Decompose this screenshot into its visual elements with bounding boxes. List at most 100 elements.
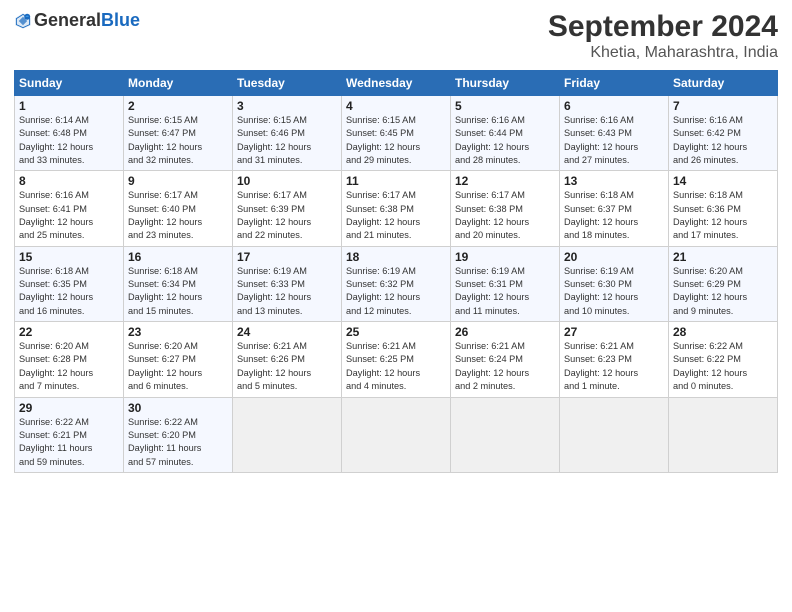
logo-area: General Blue	[14, 10, 140, 31]
calendar-row: 1 Sunrise: 6:14 AMSunset: 6:48 PMDaylight…	[15, 96, 778, 171]
day-detail: Sunrise: 6:20 AMSunset: 6:29 PMDaylight:…	[673, 266, 747, 316]
day-detail: Sunrise: 6:14 AMSunset: 6:48 PMDaylight:…	[19, 115, 93, 165]
location-subtitle: Khetia, Maharashtra, India	[548, 44, 778, 62]
day-detail: Sunrise: 6:16 AMSunset: 6:43 PMDaylight:…	[564, 115, 638, 165]
table-cell: 27Sunrise: 6:21 AMSunset: 6:23 PMDayligh…	[560, 322, 669, 397]
table-cell: 4 Sunrise: 6:15 AMSunset: 6:45 PMDaylight…	[342, 96, 451, 171]
table-cell: 7 Sunrise: 6:16 AMSunset: 6:42 PMDaylight…	[669, 96, 778, 171]
calendar-table: Sunday Monday Tuesday Wednesday Thursday…	[14, 70, 778, 473]
day-detail: Sunrise: 6:21 AMSunset: 6:26 PMDaylight:…	[237, 341, 311, 391]
day-detail: Sunrise: 6:22 AMSunset: 6:21 PMDaylight:…	[19, 417, 92, 467]
day-number: 12	[455, 174, 555, 188]
logo: General Blue	[14, 10, 140, 31]
day-detail: Sunrise: 6:16 AMSunset: 6:41 PMDaylight:…	[19, 190, 93, 240]
table-cell: 17 Sunrise: 6:19 AMSunset: 6:33 PMDayligh…	[233, 246, 342, 321]
col-monday: Monday	[124, 71, 233, 96]
day-number: 7	[673, 99, 773, 113]
table-cell: 23 Sunrise: 6:20 AMSunset: 6:27 PMDayligh…	[124, 322, 233, 397]
table-cell: 13Sunrise: 6:18 AMSunset: 6:37 PMDayligh…	[560, 171, 669, 246]
day-detail: Sunrise: 6:18 AMSunset: 6:35 PMDaylight:…	[19, 266, 93, 316]
day-number: 24	[237, 325, 337, 339]
day-number: 22	[19, 325, 119, 339]
day-number: 2	[128, 99, 228, 113]
col-wednesday: Wednesday	[342, 71, 451, 96]
day-number: 28	[673, 325, 773, 339]
table-cell	[233, 397, 342, 472]
day-number: 4	[346, 99, 446, 113]
day-number: 20	[564, 250, 664, 264]
month-title: September 2024	[548, 10, 778, 44]
day-detail: Sunrise: 6:22 AMSunset: 6:20 PMDaylight:…	[128, 417, 201, 467]
day-number: 17	[237, 250, 337, 264]
day-detail: Sunrise: 6:20 AMSunset: 6:27 PMDaylight:…	[128, 341, 202, 391]
calendar-row: 8 Sunrise: 6:16 AMSunset: 6:41 PMDaylight…	[15, 171, 778, 246]
table-cell: 9Sunrise: 6:17 AMSunset: 6:40 PMDaylight…	[124, 171, 233, 246]
table-cell: 16 Sunrise: 6:18 AMSunset: 6:34 PMDayligh…	[124, 246, 233, 321]
table-cell: 28 Sunrise: 6:22 AMSunset: 6:22 PMDayligh…	[669, 322, 778, 397]
calendar-row: 22Sunrise: 6:20 AMSunset: 6:28 PMDayligh…	[15, 322, 778, 397]
table-cell: 22Sunrise: 6:20 AMSunset: 6:28 PMDayligh…	[15, 322, 124, 397]
day-detail: Sunrise: 6:15 AMSunset: 6:45 PMDaylight:…	[346, 115, 420, 165]
day-number: 29	[19, 401, 119, 415]
day-detail: Sunrise: 6:22 AMSunset: 6:22 PMDaylight:…	[673, 341, 747, 391]
table-cell: 6Sunrise: 6:16 AMSunset: 6:43 PMDaylight…	[560, 96, 669, 171]
col-friday: Friday	[560, 71, 669, 96]
table-cell: 12 Sunrise: 6:17 AMSunset: 6:38 PMDayligh…	[451, 171, 560, 246]
day-number: 18	[346, 250, 446, 264]
day-detail: Sunrise: 6:19 AMSunset: 6:30 PMDaylight:…	[564, 266, 638, 316]
table-cell	[669, 397, 778, 472]
table-cell: 20 Sunrise: 6:19 AMSunset: 6:30 PMDayligh…	[560, 246, 669, 321]
col-saturday: Saturday	[669, 71, 778, 96]
col-sunday: Sunday	[15, 71, 124, 96]
col-thursday: Thursday	[451, 71, 560, 96]
day-detail: Sunrise: 6:15 AMSunset: 6:46 PMDaylight:…	[237, 115, 311, 165]
day-detail: Sunrise: 6:16 AMSunset: 6:42 PMDaylight:…	[673, 115, 747, 165]
day-number: 11	[346, 174, 446, 188]
table-cell: 5 Sunrise: 6:16 AMSunset: 6:44 PMDaylight…	[451, 96, 560, 171]
day-detail: Sunrise: 6:21 AMSunset: 6:25 PMDaylight:…	[346, 341, 420, 391]
day-number: 16	[128, 250, 228, 264]
calendar-row: 15 Sunrise: 6:18 AMSunset: 6:35 PMDayligh…	[15, 246, 778, 321]
table-cell: 21Sunrise: 6:20 AMSunset: 6:29 PMDayligh…	[669, 246, 778, 321]
table-cell: 18 Sunrise: 6:19 AMSunset: 6:32 PMDayligh…	[342, 246, 451, 321]
table-cell: 19 Sunrise: 6:19 AMSunset: 6:31 PMDayligh…	[451, 246, 560, 321]
table-cell: 30 Sunrise: 6:22 AMSunset: 6:20 PMDayligh…	[124, 397, 233, 472]
table-cell	[451, 397, 560, 472]
day-number: 23	[128, 325, 228, 339]
day-number: 8	[19, 174, 119, 188]
day-number: 26	[455, 325, 555, 339]
day-number: 10	[237, 174, 337, 188]
day-number: 5	[455, 99, 555, 113]
day-detail: Sunrise: 6:21 AMSunset: 6:24 PMDaylight:…	[455, 341, 529, 391]
day-number: 19	[455, 250, 555, 264]
table-cell: 2Sunrise: 6:15 AMSunset: 6:47 PMDaylight…	[124, 96, 233, 171]
day-detail: Sunrise: 6:18 AMSunset: 6:34 PMDaylight:…	[128, 266, 202, 316]
day-detail: Sunrise: 6:17 AMSunset: 6:40 PMDaylight:…	[128, 190, 202, 240]
day-number: 30	[128, 401, 228, 415]
table-cell: 10Sunrise: 6:17 AMSunset: 6:39 PMDayligh…	[233, 171, 342, 246]
day-number: 1	[19, 99, 119, 113]
title-area: September 2024 Khetia, Maharashtra, Indi…	[548, 10, 778, 62]
day-detail: Sunrise: 6:16 AMSunset: 6:44 PMDaylight:…	[455, 115, 529, 165]
table-cell: 29 Sunrise: 6:22 AMSunset: 6:21 PMDayligh…	[15, 397, 124, 472]
day-detail: Sunrise: 6:19 AMSunset: 6:32 PMDaylight:…	[346, 266, 420, 316]
day-detail: Sunrise: 6:19 AMSunset: 6:33 PMDaylight:…	[237, 266, 311, 316]
day-detail: Sunrise: 6:17 AMSunset: 6:38 PMDaylight:…	[346, 190, 420, 240]
day-detail: Sunrise: 6:17 AMSunset: 6:38 PMDaylight:…	[455, 190, 529, 240]
table-cell: 25Sunrise: 6:21 AMSunset: 6:25 PMDayligh…	[342, 322, 451, 397]
day-number: 15	[19, 250, 119, 264]
logo-blue: Blue	[101, 10, 140, 31]
table-cell: 8 Sunrise: 6:16 AMSunset: 6:41 PMDaylight…	[15, 171, 124, 246]
day-number: 27	[564, 325, 664, 339]
col-tuesday: Tuesday	[233, 71, 342, 96]
logo-general: General	[34, 10, 101, 31]
calendar-row: 29 Sunrise: 6:22 AMSunset: 6:21 PMDayligh…	[15, 397, 778, 472]
table-cell: 24 Sunrise: 6:21 AMSunset: 6:26 PMDayligh…	[233, 322, 342, 397]
header: General Blue September 2024 Khetia, Maha…	[14, 10, 778, 62]
day-detail: Sunrise: 6:18 AMSunset: 6:36 PMDaylight:…	[673, 190, 747, 240]
table-cell: 3Sunrise: 6:15 AMSunset: 6:46 PMDaylight…	[233, 96, 342, 171]
day-detail: Sunrise: 6:18 AMSunset: 6:37 PMDaylight:…	[564, 190, 638, 240]
day-detail: Sunrise: 6:19 AMSunset: 6:31 PMDaylight:…	[455, 266, 529, 316]
header-row: Sunday Monday Tuesday Wednesday Thursday…	[15, 71, 778, 96]
table-cell: 15 Sunrise: 6:18 AMSunset: 6:35 PMDayligh…	[15, 246, 124, 321]
